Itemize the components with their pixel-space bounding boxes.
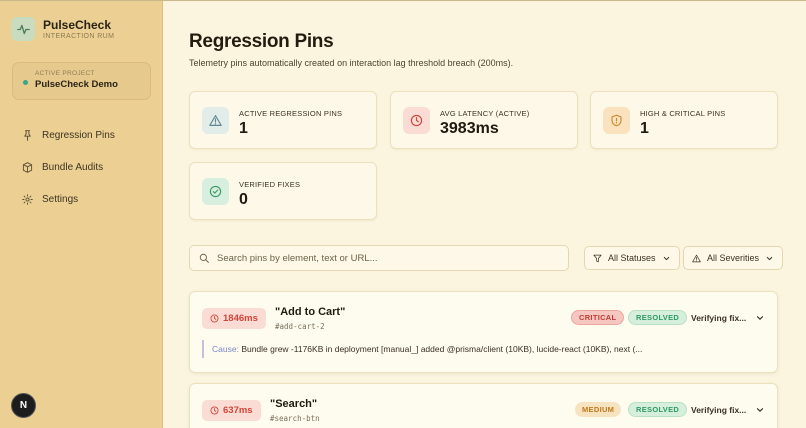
search-icon	[199, 253, 209, 263]
stat-value: 1	[239, 120, 248, 137]
verification-status: Verifying fix...	[691, 405, 747, 415]
sidebar: PulseCheck INTERACTION RUM ACTIVE PROJEC…	[0, 1, 163, 428]
stat-value: 3983ms	[440, 120, 499, 137]
cause-line: Cause: Bundle grew -1176KB in deployment…	[202, 340, 762, 358]
gear-icon	[22, 193, 33, 205]
check-circle-icon	[202, 178, 229, 205]
clock-icon	[403, 107, 430, 134]
severity-filter-dropdown[interactable]: All Severities	[683, 246, 784, 270]
severity-badge: CRITICAL	[571, 310, 625, 325]
status-filter-label: All Statuses	[608, 253, 656, 263]
pin-icon	[24, 129, 31, 141]
shield-icon	[603, 107, 630, 134]
sidebar-nav: Regression Pins Bundle Audits Settings	[22, 127, 115, 223]
sidebar-item-bundle-audits[interactable]: Bundle Audits	[22, 159, 115, 175]
warning-icon	[202, 107, 229, 134]
stat-card-verified-fixes: VERIFIED FIXES 0	[189, 162, 377, 220]
stat-card-avg-latency: AVG LATENCY (ACTIVE) 3983ms	[390, 91, 578, 149]
sidebar-item-regression-pins[interactable]: Regression Pins	[22, 127, 115, 143]
pin-selector: #add-cart-2	[275, 322, 325, 331]
sidebar-item-settings[interactable]: Settings	[22, 191, 115, 207]
stat-label: VERIFIED FIXES	[239, 180, 301, 189]
page-title: Regression Pins	[189, 31, 334, 52]
stat-value: 0	[239, 191, 248, 208]
severity-filter-label: All Severities	[707, 253, 760, 263]
search-box[interactable]	[189, 245, 569, 271]
clock-icon	[210, 406, 219, 415]
status-badge: RESOLVED	[628, 402, 688, 417]
stat-label: ACTIVE REGRESSION PINS	[239, 109, 343, 118]
brand[interactable]: PulseCheck INTERACTION RUM	[11, 17, 114, 41]
pulse-logo-icon	[11, 17, 35, 41]
stat-value: 1	[640, 120, 649, 137]
sidebar-item-label: Regression Pins	[42, 129, 115, 141]
verification-status: Verifying fix...	[691, 313, 747, 323]
project-name: PulseCheck Demo	[35, 79, 118, 90]
sidebar-item-label: Bundle Audits	[42, 161, 104, 173]
chevron-down-icon[interactable]	[755, 405, 765, 415]
warning-icon	[692, 254, 701, 262]
status-filter-dropdown[interactable]: All Statuses	[584, 246, 680, 270]
pin-selector: #search-btn	[270, 414, 320, 423]
stat-card-high-critical: HIGH & CRITICAL PINS 1	[590, 91, 778, 149]
status-dot-icon	[23, 80, 28, 85]
brand-name: PulseCheck	[43, 17, 112, 32]
project-switcher[interactable]: ACTIVE PROJECT PulseCheck Demo	[12, 62, 151, 100]
clock-icon	[210, 314, 219, 323]
project-label: ACTIVE PROJECT	[35, 70, 95, 77]
latency-value: 637ms	[223, 405, 253, 416]
package-icon	[22, 161, 33, 173]
search-input[interactable]	[217, 252, 557, 264]
cause-text: Bundle grew -1176KB in deployment [manua…	[241, 344, 643, 354]
avatar[interactable]: N	[11, 393, 36, 418]
cause-label: Cause:	[212, 344, 239, 354]
severity-badge: MEDIUM	[575, 402, 622, 417]
brand-subtitle: INTERACTION RUM	[43, 32, 115, 40]
latency-badge: 637ms	[202, 400, 261, 421]
filter-icon	[593, 254, 602, 262]
page-subtitle: Telemetry pins automatically created on …	[189, 58, 514, 68]
stat-card-active-pins: ACTIVE REGRESSION PINS 1	[189, 91, 377, 149]
status-badge: RESOLVED	[628, 310, 688, 325]
pin-element-text: "Search"	[270, 398, 318, 410]
chevron-down-icon	[663, 256, 669, 260]
chevron-down-icon[interactable]	[755, 313, 765, 323]
chevron-down-icon	[766, 256, 773, 260]
regression-pin-card[interactable]: 637ms "Search" #search-btn MEDIUM RESOLV…	[189, 383, 778, 428]
regression-pin-card[interactable]: 1846ms "Add to Cart" #add-cart-2 CRITICA…	[189, 291, 778, 373]
latency-value: 1846ms	[223, 313, 258, 324]
stat-label: HIGH & CRITICAL PINS	[640, 109, 726, 118]
latency-badge: 1846ms	[202, 308, 266, 329]
pin-element-text: "Add to Cart"	[275, 306, 346, 318]
stat-label: AVG LATENCY (ACTIVE)	[440, 109, 530, 118]
sidebar-item-label: Settings	[42, 193, 79, 205]
